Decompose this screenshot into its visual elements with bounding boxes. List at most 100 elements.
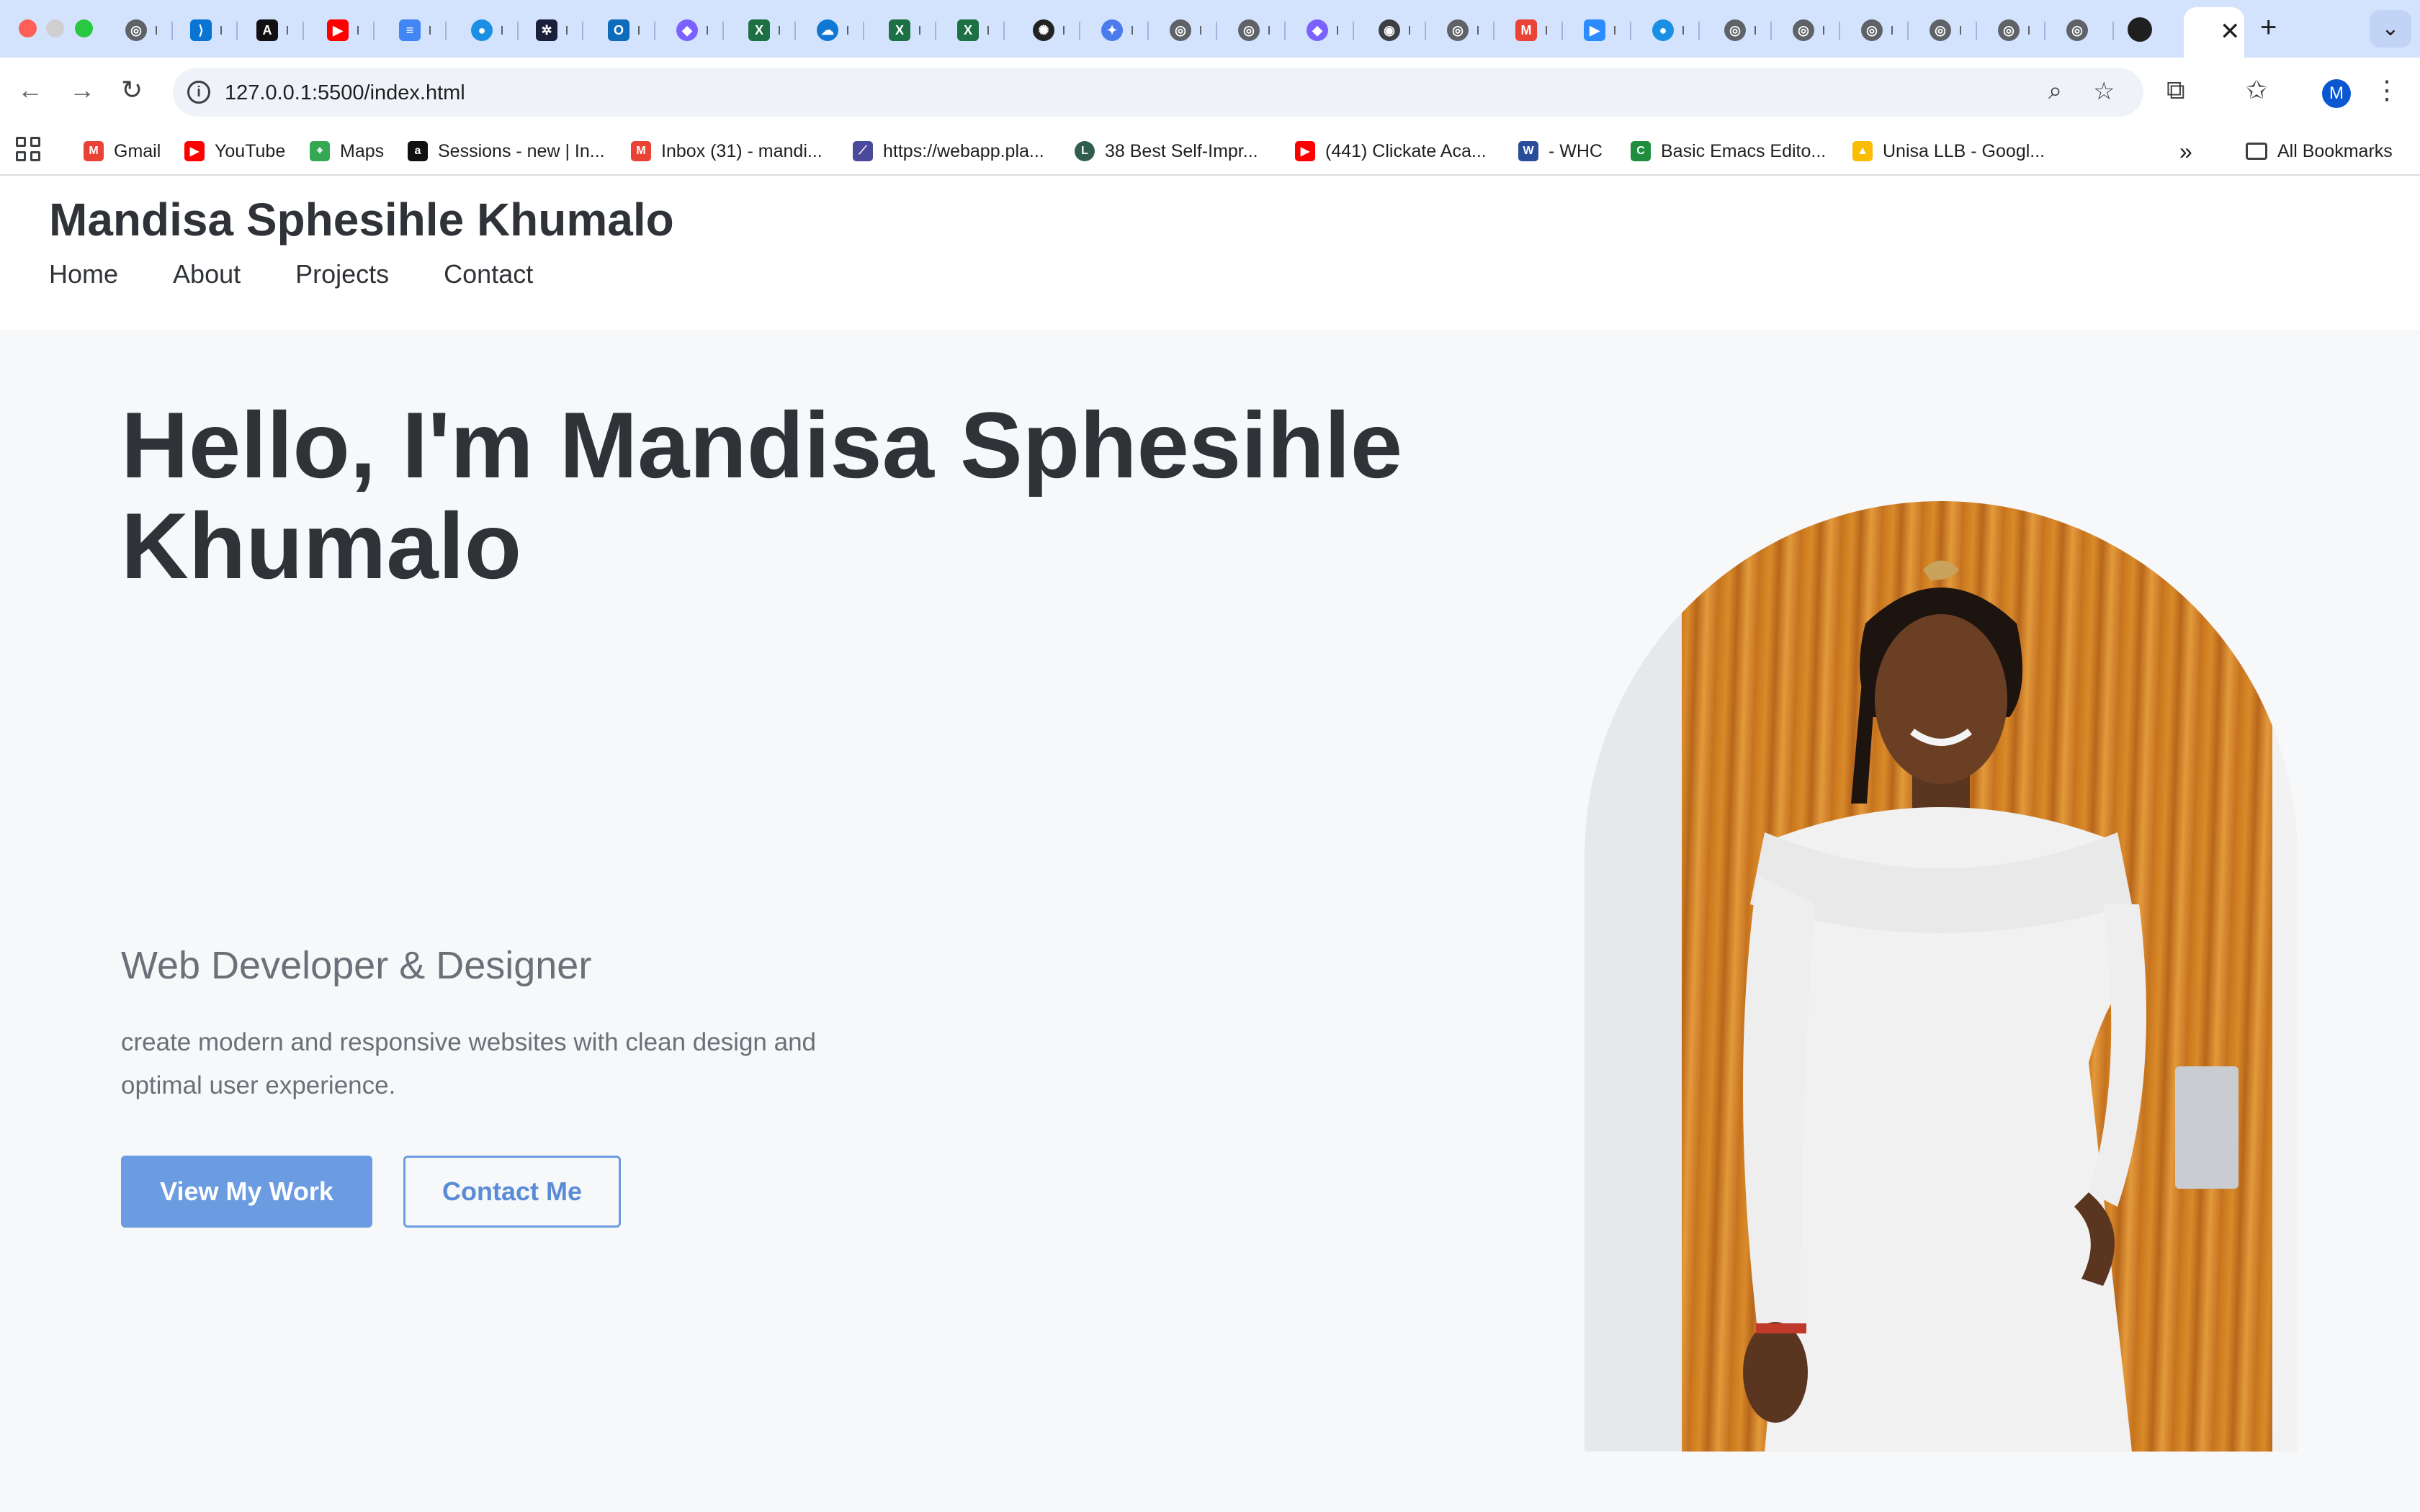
- forward-button[interactable]: →: [69, 75, 95, 105]
- extensions-icon[interactable]: ⧉: [2166, 75, 2185, 106]
- browser-tab[interactable]: X: [947, 12, 1005, 49]
- bookmark-star-icon[interactable]: ☆: [2093, 77, 2115, 106]
- browser-tab[interactable]: ◆: [1296, 12, 1354, 49]
- minimize-window-button[interactable]: [46, 19, 64, 37]
- maximize-window-button[interactable]: [75, 19, 93, 37]
- reading-list-icon[interactable]: ✩: [2246, 75, 2267, 105]
- close-tab-icon[interactable]: ✕: [2220, 17, 2241, 46]
- address-bar[interactable]: i 127.0.0.1:5500/index.html ⌕ ☆: [173, 68, 2143, 117]
- browser-tab[interactable]: ◎: [1714, 12, 1772, 49]
- nav-projects[interactable]: Projects: [295, 259, 389, 289]
- browser-tab[interactable]: X: [879, 12, 936, 49]
- nav-about[interactable]: About: [173, 259, 241, 289]
- close-window-button[interactable]: [19, 19, 37, 37]
- browser-tab[interactable]: ◎: [1851, 12, 1909, 49]
- browser-tab[interactable]: ●: [1642, 12, 1700, 49]
- site-info-icon[interactable]: i: [187, 81, 210, 104]
- browser-tab[interactable]: ▶: [317, 12, 375, 49]
- contact-me-button[interactable]: Contact Me: [403, 1156, 621, 1228]
- bookmark-gmail[interactable]: M Gmail: [84, 137, 161, 166]
- browser-tab[interactable]: ◎: [1988, 12, 2045, 49]
- alx-icon: a: [408, 141, 428, 161]
- view-my-work-button[interactable]: View My Work: [121, 1156, 372, 1228]
- browser-tab[interactable]: ☁: [807, 12, 864, 49]
- zoom-icon: ▶: [1584, 19, 1605, 41]
- browser-tab[interactable]: ▶: [1574, 12, 1631, 49]
- tab-strip: ◎ ⟩ A ▶ ≡ ● ✲ O ◆ X ☁ X X ✺ ✦ ◎ ◎ ◆ ◉ ◎ …: [0, 0, 2420, 58]
- globe-icon: ◎: [1447, 19, 1469, 41]
- att-icon: ●: [471, 19, 493, 41]
- browser-tab[interactable]: ●: [461, 12, 519, 49]
- att-icon: ●: [1652, 19, 1674, 41]
- bookmark-self-improvement[interactable]: L 38 Best Self-Impr...: [1075, 137, 1258, 166]
- cs-icon: C: [1631, 141, 1651, 161]
- bookmark-youtube[interactable]: ▶ YouTube: [184, 137, 285, 166]
- bookmark-emacs[interactable]: C Basic Emacs Edito...: [1631, 137, 1826, 166]
- whc-icon: W: [1518, 141, 1538, 161]
- apps-grid-icon[interactable]: [16, 137, 40, 161]
- person-illustration: [1743, 560, 2146, 1452]
- globe-icon: ◎: [125, 19, 147, 41]
- browser-tab[interactable]: X: [738, 12, 796, 49]
- app-icon: ✲: [536, 19, 557, 41]
- browser-tab[interactable]: ◎: [1783, 12, 1840, 49]
- docs-icon: ≡: [399, 19, 421, 41]
- bookmark-webapp[interactable]: ⟋ https://webapp.pla...: [853, 137, 1044, 166]
- browser-tab[interactable]: ✲: [526, 12, 583, 49]
- bookmark-whc[interactable]: W- WHC: [1518, 137, 1603, 166]
- bookmark-unisa[interactable]: ▲ Unisa LLB - Googl...: [1852, 137, 2045, 166]
- zoom-icon[interactable]: ⌕: [2048, 77, 2062, 105]
- github-icon[interactable]: [2128, 17, 2152, 42]
- reload-button[interactable]: ↻: [121, 75, 143, 105]
- globe-icon: ◎: [1724, 19, 1746, 41]
- browser-tab[interactable]: ✺: [1023, 12, 1080, 49]
- nav-home[interactable]: Home: [49, 259, 118, 289]
- profile-avatar[interactable]: M: [2322, 79, 2351, 108]
- browser-tab[interactable]: O: [598, 12, 655, 49]
- chrome-icon: ◉: [1379, 19, 1400, 41]
- active-tab[interactable]: ✕: [2184, 7, 2244, 58]
- bookmark-inbox[interactable]: M Inbox (31) - mandi...: [631, 137, 823, 166]
- bookmark-maps[interactable]: ⌖ Maps: [310, 137, 384, 166]
- menu-kebab-icon[interactable]: ⋮: [2374, 75, 2400, 105]
- browser-tab[interactable]: ≡: [389, 12, 447, 49]
- new-tab-button[interactable]: +: [2260, 12, 2277, 44]
- globe-icon: ◎: [1930, 19, 1951, 41]
- browser-tab[interactable]: ◎: [115, 12, 173, 49]
- browser-tab[interactable]: ◎: [1919, 12, 1977, 49]
- lh-icon: L: [1075, 141, 1095, 161]
- app-icon: A: [256, 19, 278, 41]
- gmail-icon: M: [84, 141, 104, 161]
- youtube-icon: ▶: [184, 141, 205, 161]
- url-text[interactable]: 127.0.0.1:5500/index.html: [225, 81, 465, 105]
- outlook-icon: O: [608, 19, 629, 41]
- more-bookmarks-button[interactable]: »: [2179, 137, 2192, 166]
- browser-tab[interactable]: ◎: [1228, 12, 1286, 49]
- site-logo-name[interactable]: Mandisa Sphesihle Khumalo: [49, 193, 674, 246]
- browser-tab[interactable]: ✦: [1091, 12, 1149, 49]
- browser-toolbar: ← → ↻ i 127.0.0.1:5500/index.html ⌕ ☆ ⧉ …: [0, 58, 2420, 127]
- browser-tab[interactable]: ◎: [2056, 12, 2114, 49]
- chatgpt-icon: ✺: [1033, 19, 1054, 41]
- browser-tab[interactable]: ⟩: [180, 12, 238, 49]
- hero-title: Hello, I'm Mandisa Sphesihle Khumalo: [121, 392, 1403, 598]
- browser-tab[interactable]: ◆: [666, 12, 724, 49]
- bookmark-clickatell[interactable]: ▶ (441) Clickate Aca...: [1295, 137, 1487, 166]
- vscode-icon: ⟩: [190, 19, 212, 41]
- globe-icon: ◎: [1170, 19, 1191, 41]
- site-header: Mandisa Sphesihle Khumalo Home About Pro…: [0, 176, 2420, 330]
- browser-tab[interactable]: ◎: [1437, 12, 1494, 49]
- nav-contact[interactable]: Contact: [444, 259, 533, 289]
- tab-search-button[interactable]: ⌄: [2370, 10, 2411, 48]
- browser-tab[interactable]: M: [1505, 12, 1563, 49]
- gemini-icon: ✦: [1101, 19, 1123, 41]
- browser-tab[interactable]: ◎: [1160, 12, 1217, 49]
- onedrive-icon: ☁: [817, 19, 838, 41]
- link-icon: ⟋: [853, 141, 873, 161]
- browser-tab[interactable]: A: [246, 12, 304, 49]
- back-button[interactable]: ←: [17, 75, 43, 105]
- all-bookmarks-button[interactable]: All Bookmarks: [2246, 137, 2393, 166]
- browser-tab[interactable]: ◉: [1368, 12, 1426, 49]
- globe-icon: ◎: [1861, 19, 1883, 41]
- bookmark-sessions[interactable]: a Sessions - new | In...: [408, 137, 605, 166]
